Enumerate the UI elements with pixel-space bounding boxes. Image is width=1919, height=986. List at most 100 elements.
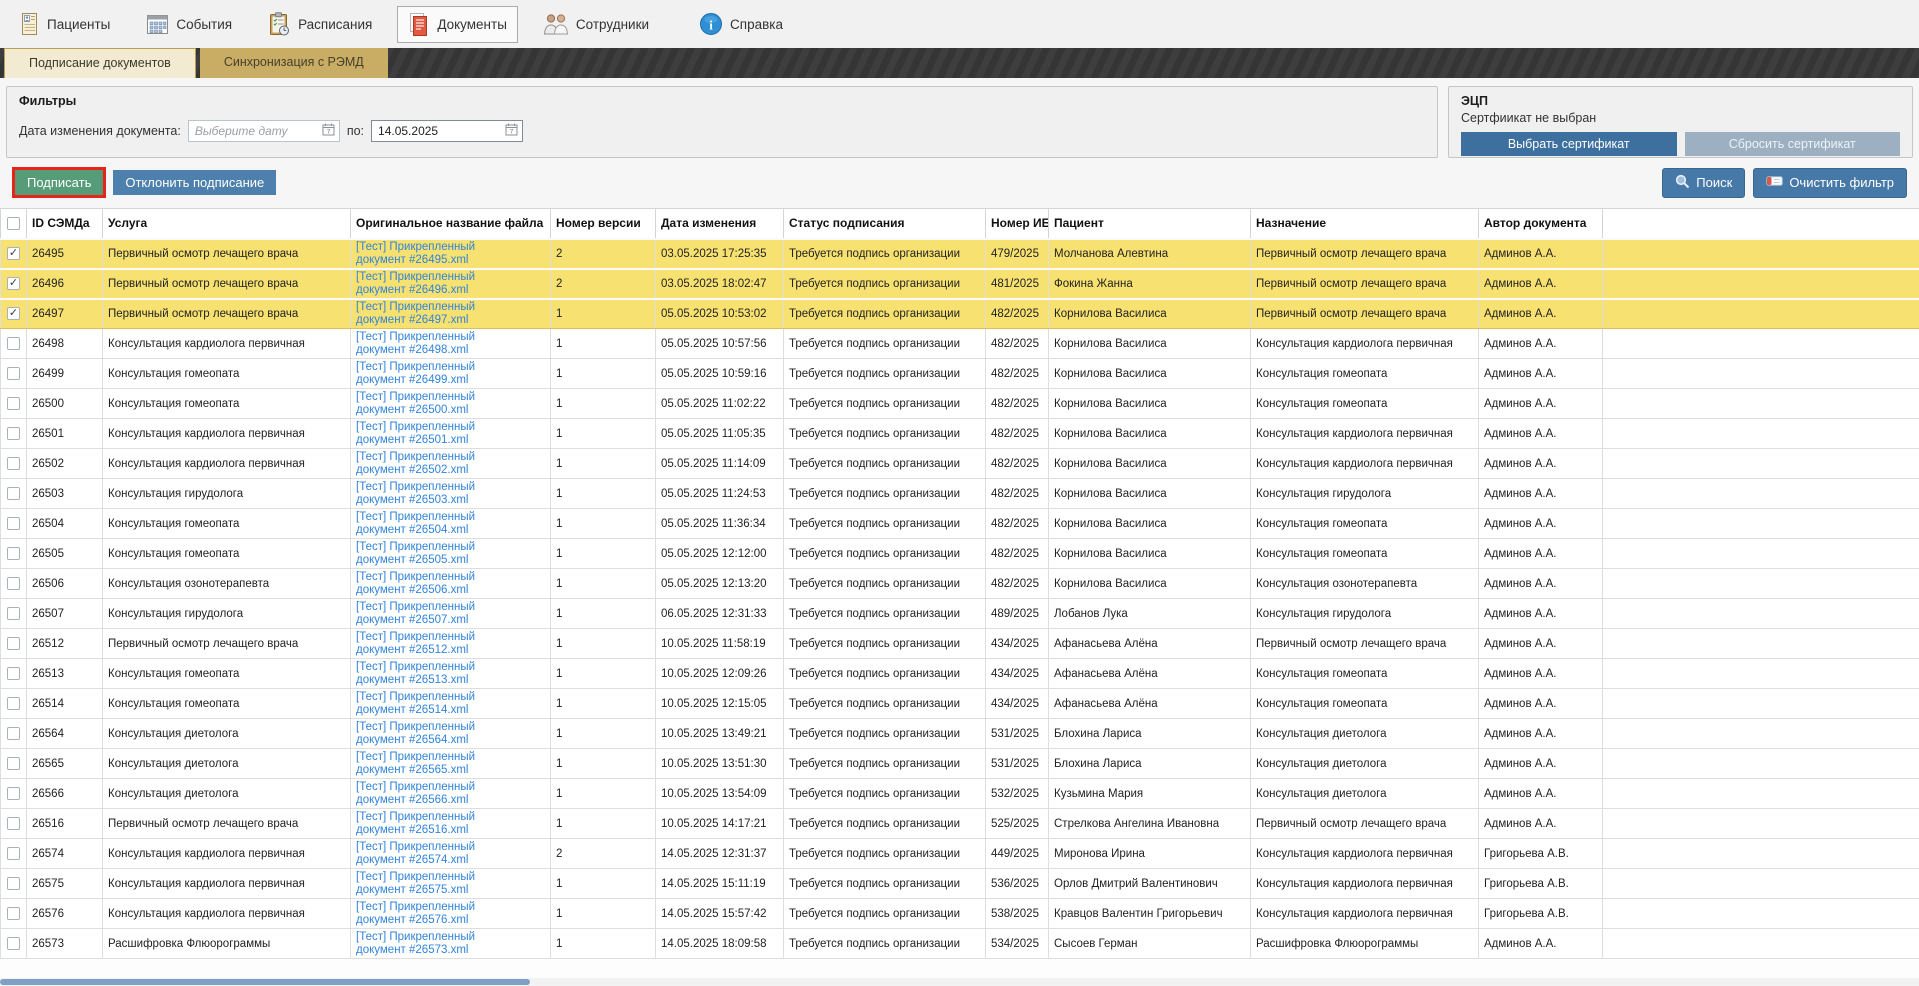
row-checkbox[interactable] (7, 397, 20, 410)
cell-patient: Блохина Лариса (1049, 719, 1251, 749)
row-checkbox[interactable] (7, 367, 20, 380)
file-link[interactable]: [Тест] Прикрепленный документ #26514.xml (356, 690, 511, 718)
clear-filter-button[interactable]: Очистить фильтр (1753, 168, 1907, 198)
cell-service: Консультация диетолога (103, 779, 351, 809)
table-row[interactable]: 26565 Консультация диетолога [Тест] Прик… (1, 749, 1919, 779)
calendar-icon[interactable]: 7 (322, 123, 335, 139)
select-certificate-button[interactable]: Выбрать сертификат (1461, 132, 1677, 156)
table-row[interactable]: ✓ 26497 Первичный осмотр лечащего врача … (1, 299, 1919, 329)
row-checkbox[interactable] (7, 907, 20, 920)
file-link[interactable]: [Тест] Прикрепленный документ #26502.xml (356, 450, 511, 478)
file-link[interactable]: [Тест] Прикрепленный документ #26499.xml (356, 360, 511, 388)
cell-assignment: Консультация кардиолога первичная (1251, 329, 1479, 359)
toolbar-item-employees[interactable]: Сотрудники (532, 6, 660, 42)
cell-id: 26505 (27, 539, 103, 569)
cell-assignment: Консультация кардиолога первичная (1251, 899, 1479, 929)
row-checkbox[interactable]: ✓ (7, 247, 20, 260)
row-checkbox[interactable] (7, 697, 20, 710)
row-checkbox[interactable] (7, 457, 20, 470)
sign-button[interactable]: Подписать (15, 170, 103, 195)
table-row[interactable]: 26512 Первичный осмотр лечащего врача [Т… (1, 629, 1919, 659)
select-all-checkbox[interactable] (7, 217, 20, 230)
file-link[interactable]: [Тест] Прикрепленный документ #26575.xml (356, 870, 511, 898)
date-to-input[interactable] (376, 123, 505, 139)
row-checkbox[interactable] (7, 427, 20, 440)
file-link[interactable]: [Тест] Прикрепленный документ #26505.xml (356, 540, 511, 568)
file-link[interactable]: [Тест] Прикрепленный документ #26500.xml (356, 390, 511, 418)
file-link[interactable]: [Тест] Прикрепленный документ #26574.xml (356, 840, 511, 868)
file-link[interactable]: [Тест] Прикрепленный документ #26512.xml (356, 630, 511, 658)
toolbar-item-patients[interactable]: Пациенты (8, 6, 121, 42)
toolbar-item-label: Пациенты (47, 17, 110, 32)
date-from-input[interactable] (193, 123, 322, 139)
row-checkbox[interactable] (7, 727, 20, 740)
file-link[interactable]: [Тест] Прикрепленный документ #26503.xml (356, 480, 511, 508)
file-link[interactable]: [Тест] Прикрепленный документ #26504.xml (356, 510, 511, 538)
file-link[interactable]: [Тест] Прикрепленный документ #26516.xml (356, 810, 511, 838)
row-checkbox[interactable] (7, 577, 20, 590)
row-checkbox[interactable] (7, 547, 20, 560)
file-link[interactable]: [Тест] Прикрепленный документ #26576.xml (356, 900, 511, 928)
table-row[interactable]: 26504 Консультация гомеопата [Тест] Прик… (1, 509, 1919, 539)
table-row[interactable]: ✓ 26496 Первичный осмотр лечащего врача … (1, 269, 1919, 299)
toolbar-item-documents[interactable]: Документы (397, 6, 518, 43)
table-row[interactable]: 26500 Консультация гомеопата [Тест] Прик… (1, 389, 1919, 419)
file-link[interactable]: [Тест] Прикрепленный документ #26501.xml (356, 420, 511, 448)
file-link[interactable]: [Тест] Прикрепленный документ #26566.xml (356, 780, 511, 808)
file-link[interactable]: [Тест] Прикрепленный документ #26497.xml (356, 300, 511, 328)
toolbar-item-help[interactable]: i Справка (688, 6, 794, 42)
table-row[interactable]: 26507 Консультация гирудолога [Тест] При… (1, 599, 1919, 629)
row-checkbox[interactable] (7, 877, 20, 890)
table-row[interactable]: 26576 Консультация кардиолога первичная … (1, 899, 1919, 929)
table-row[interactable]: 26502 Консультация кардиолога первичная … (1, 449, 1919, 479)
table-row[interactable]: 26564 Консультация диетолога [Тест] Прик… (1, 719, 1919, 749)
row-checkbox[interactable] (7, 817, 20, 830)
row-checkbox[interactable] (7, 637, 20, 650)
table-row[interactable]: 26575 Консультация кардиолога первичная … (1, 869, 1919, 899)
tab-remd-sync[interactable]: Синхронизация с РЭМД (200, 48, 388, 78)
horizontal-scrollbar-thumb[interactable] (0, 979, 530, 985)
row-checkbox[interactable] (7, 487, 20, 500)
file-link[interactable]: [Тест] Прикрепленный документ #26513.xml (356, 660, 511, 688)
cell-assignment: Консультация гомеопата (1251, 689, 1479, 719)
toolbar-item-events[interactable]: События (135, 7, 243, 42)
table-row[interactable]: 26514 Консультация гомеопата [Тест] Прик… (1, 689, 1919, 719)
row-checkbox[interactable] (7, 517, 20, 530)
row-checkbox[interactable] (7, 787, 20, 800)
table-row[interactable]: 26516 Первичный осмотр лечащего врача [Т… (1, 809, 1919, 839)
table-row[interactable]: 26566 Консультация диетолога [Тест] Прик… (1, 779, 1919, 809)
row-checkbox[interactable] (7, 607, 20, 620)
tab-document-signing[interactable]: Подписание документов (4, 48, 196, 78)
file-link[interactable]: [Тест] Прикрепленный документ #26496.xml (356, 270, 511, 298)
horizontal-scrollbar[interactable] (0, 978, 1919, 986)
search-button[interactable]: Поиск (1662, 168, 1745, 198)
table-row[interactable]: 26499 Консультация гомеопата [Тест] Прик… (1, 359, 1919, 389)
file-link[interactable]: [Тест] Прикрепленный документ #26506.xml (356, 570, 511, 598)
file-link[interactable]: [Тест] Прикрепленный документ #26507.xml (356, 600, 511, 628)
row-checkbox[interactable]: ✓ (7, 307, 20, 320)
calendar-icon[interactable]: 7 (505, 123, 518, 139)
file-link[interactable]: [Тест] Прикрепленный документ #26573.xml (356, 930, 511, 958)
row-checkbox[interactable] (7, 847, 20, 860)
file-link[interactable]: [Тест] Прикрепленный документ #26565.xml (356, 750, 511, 778)
row-checkbox[interactable] (7, 337, 20, 350)
row-checkbox[interactable] (7, 757, 20, 770)
reset-certificate-button[interactable]: Сбросить сертификат (1685, 132, 1901, 156)
decline-signing-button[interactable]: Отклонить подписание (113, 170, 276, 195)
table-row[interactable]: ✓ 26495 Первичный осмотр лечащего врача … (1, 239, 1919, 269)
table-row[interactable]: 26513 Консультация гомеопата [Тест] Прик… (1, 659, 1919, 689)
row-checkbox[interactable] (7, 667, 20, 680)
row-checkbox[interactable]: ✓ (7, 277, 20, 290)
toolbar-item-schedules[interactable]: Расписания (257, 6, 383, 42)
table-row[interactable]: 26503 Консультация гирудолога [Тест] При… (1, 479, 1919, 509)
file-link[interactable]: [Тест] Прикрепленный документ #26498.xml (356, 330, 511, 358)
table-row[interactable]: 26506 Консультация озонотерапевта [Тест]… (1, 569, 1919, 599)
table-row[interactable]: 26573 Расшифровка Флюорограммы [Тест] Пр… (1, 929, 1919, 959)
table-row[interactable]: 26574 Консультация кардиолога первичная … (1, 839, 1919, 869)
table-row[interactable]: 26505 Консультация гомеопата [Тест] Прик… (1, 539, 1919, 569)
table-row[interactable]: 26501 Консультация кардиолога первичная … (1, 419, 1919, 449)
table-row[interactable]: 26498 Консультация кардиолога первичная … (1, 329, 1919, 359)
row-checkbox[interactable] (7, 937, 20, 950)
file-link[interactable]: [Тест] Прикрепленный документ #26564.xml (356, 720, 511, 748)
file-link[interactable]: [Тест] Прикрепленный документ #26495.xml (356, 240, 511, 268)
